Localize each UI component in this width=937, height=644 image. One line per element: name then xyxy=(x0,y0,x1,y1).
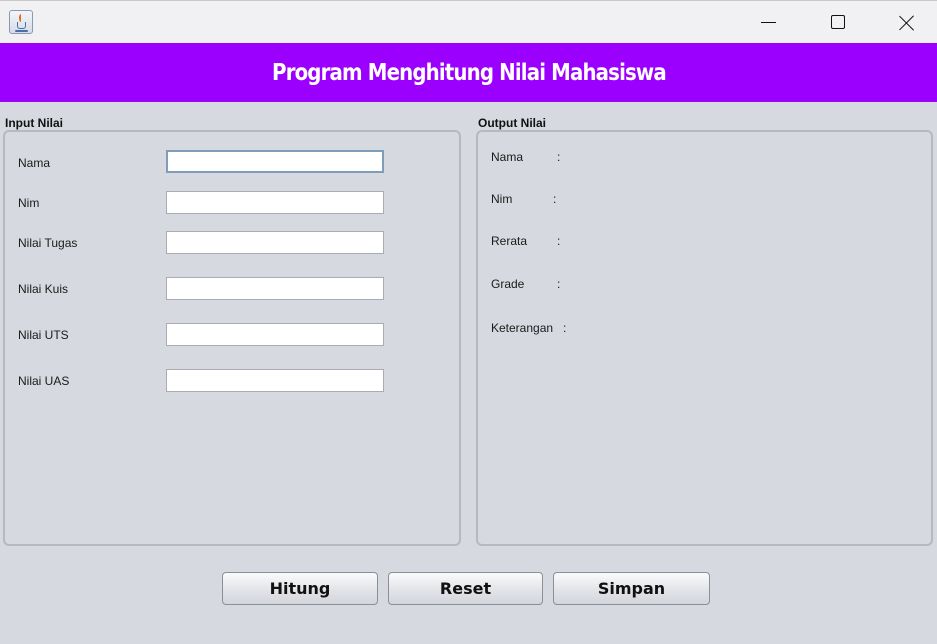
java-coffee-cup-icon[interactable] xyxy=(9,10,33,34)
nilai-tugas-input[interactable] xyxy=(167,232,383,253)
output-nim-row: Nim : xyxy=(491,192,556,206)
output-panel xyxy=(476,130,933,546)
input-panel-title: Input Nilai xyxy=(5,116,63,130)
output-nama-colon: : xyxy=(557,150,561,164)
output-rerata-colon: : xyxy=(557,234,561,248)
nim-label: Nim xyxy=(18,196,40,210)
nilai-uts-input[interactable] xyxy=(167,324,383,345)
nama-input[interactable] xyxy=(168,152,382,171)
close-button[interactable] xyxy=(872,1,937,44)
nim-input[interactable] xyxy=(167,192,383,213)
nilai-kuis-field[interactable] xyxy=(166,277,384,300)
nilai-kuis-label: Nilai Kuis xyxy=(18,282,69,296)
output-panel-title: Output Nilai xyxy=(478,116,546,130)
page-title: Program Menghitung Nilai Mahasiswa xyxy=(271,59,667,86)
nilai-uas-label: Nilai UAS xyxy=(18,374,70,388)
nilai-uas-field[interactable] xyxy=(166,369,384,392)
nilai-uts-label: Nilai UTS xyxy=(18,328,69,342)
maximize-icon xyxy=(831,15,845,29)
nilai-tugas-field[interactable] xyxy=(166,231,384,254)
nilai-uts-field[interactable] xyxy=(166,323,384,346)
output-nama-label: Nama xyxy=(491,150,524,164)
nim-field[interactable] xyxy=(166,191,384,214)
window-titlebar xyxy=(0,0,937,43)
output-keterangan-colon: : xyxy=(563,321,567,335)
simpan-button[interactable]: Simpan xyxy=(553,572,710,605)
output-nim-label: Nim xyxy=(491,192,513,206)
output-nama-row: Nama : xyxy=(491,150,560,164)
close-icon xyxy=(899,15,915,31)
maximize-button[interactable] xyxy=(803,1,872,44)
output-rerata-label: Rerata xyxy=(491,234,528,248)
output-rerata-row: Rerata : xyxy=(491,234,560,248)
output-grade-colon: : xyxy=(557,277,561,291)
output-grade-row: Grade : xyxy=(491,277,560,291)
output-grade-label: Grade xyxy=(491,277,525,291)
hitung-button[interactable]: Hitung xyxy=(222,572,378,605)
output-keterangan-row: Keterangan : xyxy=(491,321,566,335)
header-banner: Program Menghitung Nilai Mahasiswa xyxy=(0,43,937,102)
nilai-kuis-input[interactable] xyxy=(167,278,383,299)
minimize-button[interactable] xyxy=(734,1,803,44)
output-nim-colon: : xyxy=(553,192,557,206)
minimize-icon xyxy=(761,22,776,23)
reset-button[interactable]: Reset xyxy=(388,572,543,605)
nama-label: Nama xyxy=(18,156,51,170)
nilai-tugas-label: Nilai Tugas xyxy=(18,236,78,250)
nilai-uas-input[interactable] xyxy=(167,370,383,391)
nama-field[interactable] xyxy=(166,150,384,173)
output-keterangan-label: Keterangan xyxy=(491,321,554,335)
